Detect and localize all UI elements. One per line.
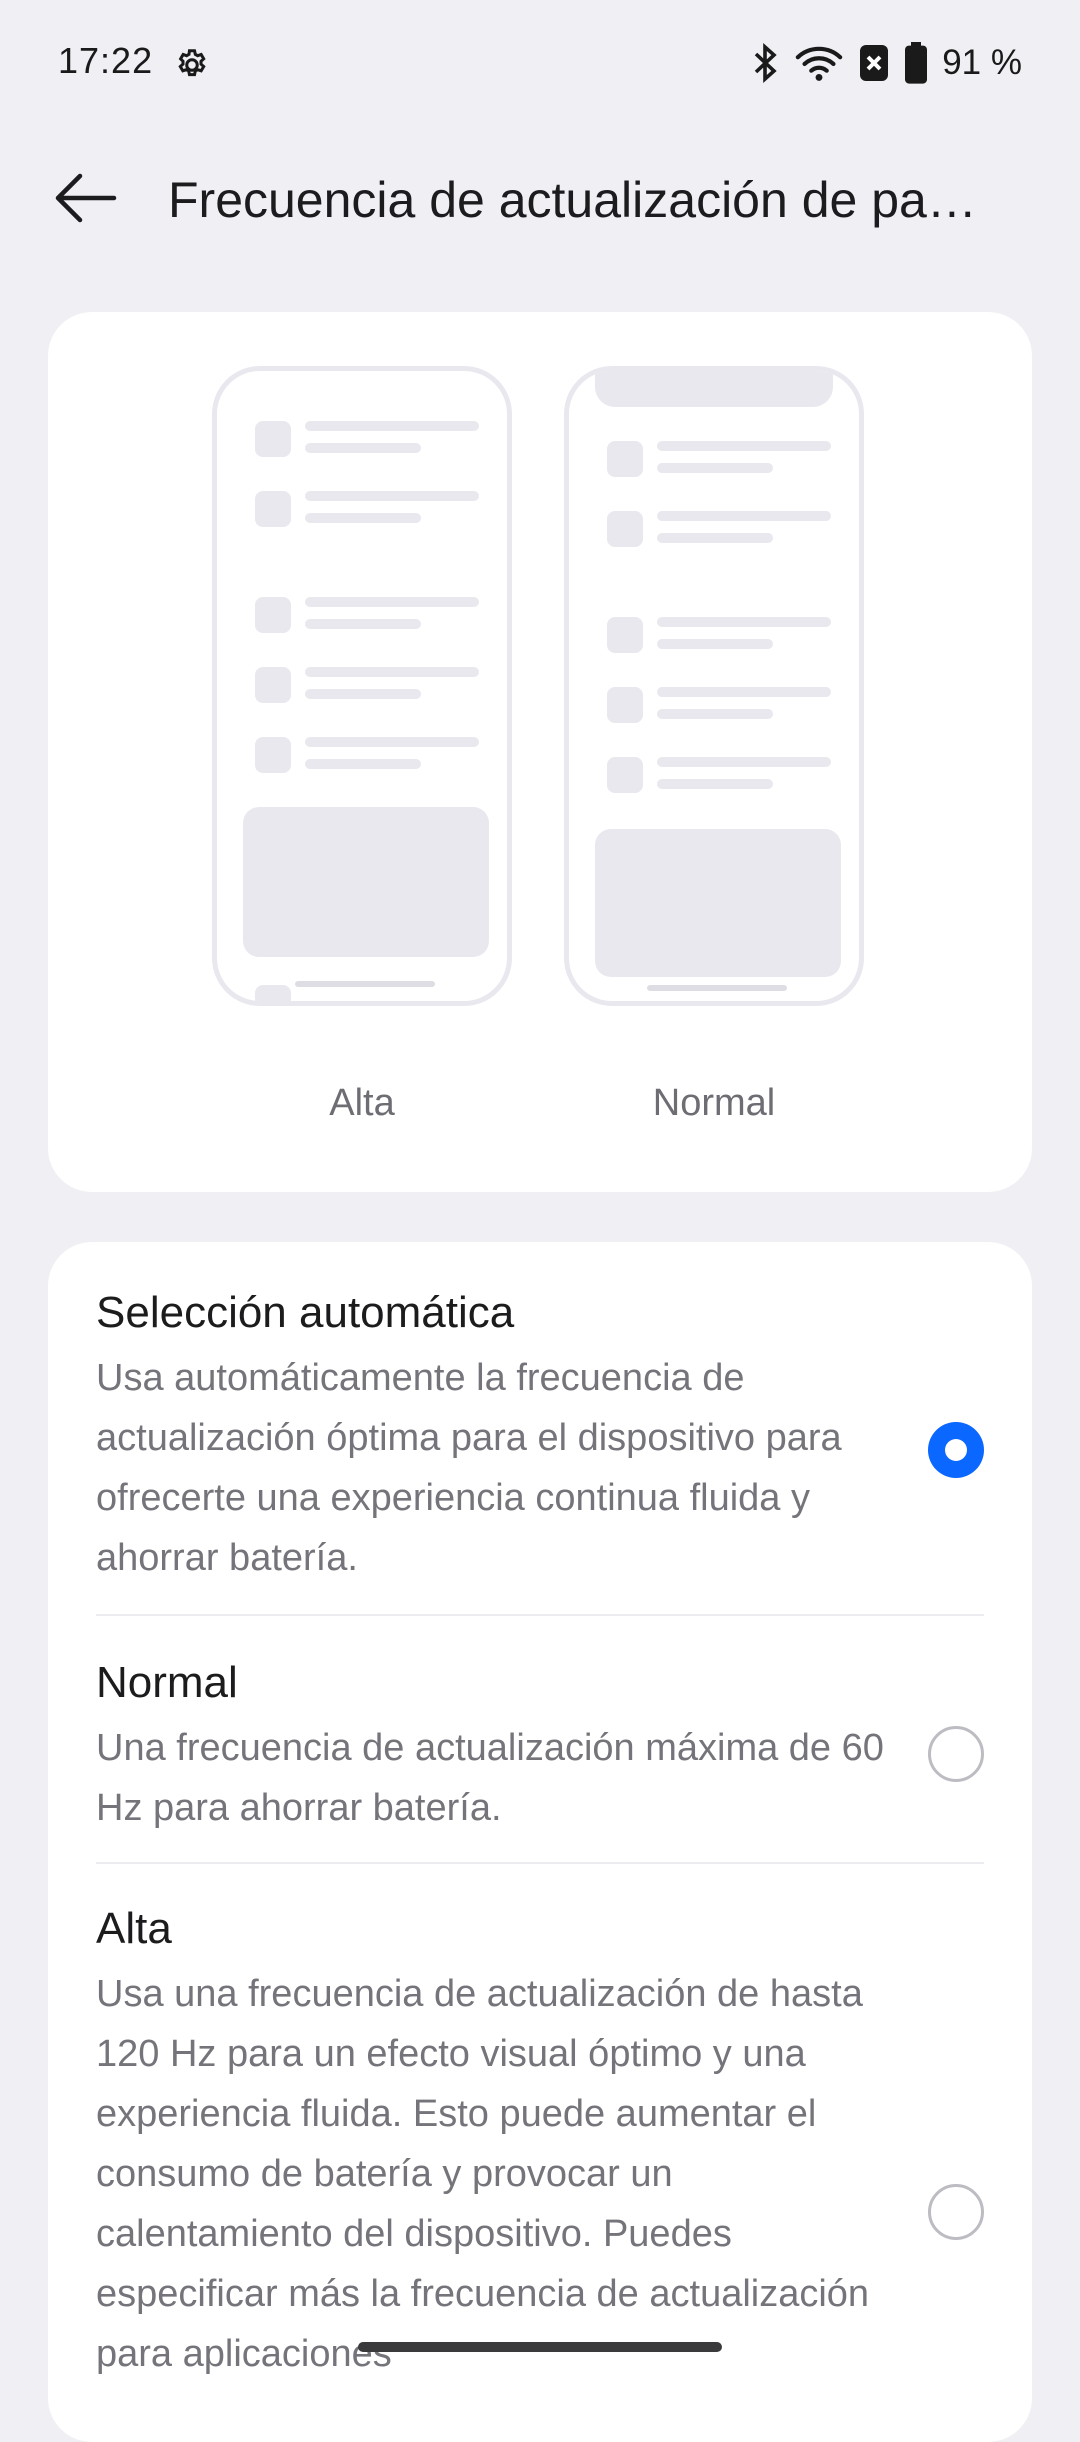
option-description: Una frecuencia de actualización máxima d… — [96, 1727, 884, 1829]
divider — [96, 1614, 984, 1616]
option-alta[interactable]: Alta Usa una frecuencia de actualización… — [96, 1902, 984, 2384]
preview-phone-normal — [564, 366, 864, 1006]
back-button[interactable] — [46, 170, 124, 230]
refresh-rate-options-card: Selección automática Usa automáticamente… — [48, 1242, 1032, 2442]
option-title: Alta — [96, 1904, 172, 1953]
option-title: Normal — [96, 1658, 238, 1707]
gesture-navigation-handle[interactable] — [358, 2342, 722, 2352]
option-normal[interactable]: Normal Una frecuencia de actualización m… — [96, 1656, 984, 1838]
header: Frecuencia de actualización de pa… — [0, 150, 1080, 250]
sim-x-icon — [858, 43, 890, 83]
wifi-icon — [794, 43, 844, 83]
preview-label-normal: Normal — [652, 1082, 776, 1124]
status-bar: 17:22 91 % — [0, 0, 1080, 130]
page-title: Frecuencia de actualización de pa… — [168, 172, 977, 228]
radio-button[interactable] — [928, 2184, 984, 2240]
option-automatic[interactable]: Selección automática Usa automáticamente… — [96, 1286, 984, 1588]
battery-percent: 91 % — [942, 43, 1022, 82]
bluetooth-icon — [752, 43, 780, 83]
preview-label-alta: Alta — [329, 1082, 395, 1124]
status-time: 17:22 — [58, 40, 154, 81]
radio-button-selected[interactable] — [928, 1422, 984, 1478]
settings-gear-icon — [174, 47, 214, 87]
preview-phone-alta — [212, 366, 512, 1006]
option-description: Usa automáticamente la frecuencia de act… — [96, 1357, 842, 1579]
refresh-rate-preview-card: Alta Normal — [48, 312, 1032, 1192]
battery-icon — [904, 42, 928, 84]
option-description: Usa una frecuencia de actualización de h… — [96, 1973, 870, 2375]
arrow-left-icon — [52, 171, 118, 230]
radio-button[interactable] — [928, 1726, 984, 1782]
divider — [96, 1862, 984, 1864]
option-title: Selección automática — [96, 1288, 515, 1337]
